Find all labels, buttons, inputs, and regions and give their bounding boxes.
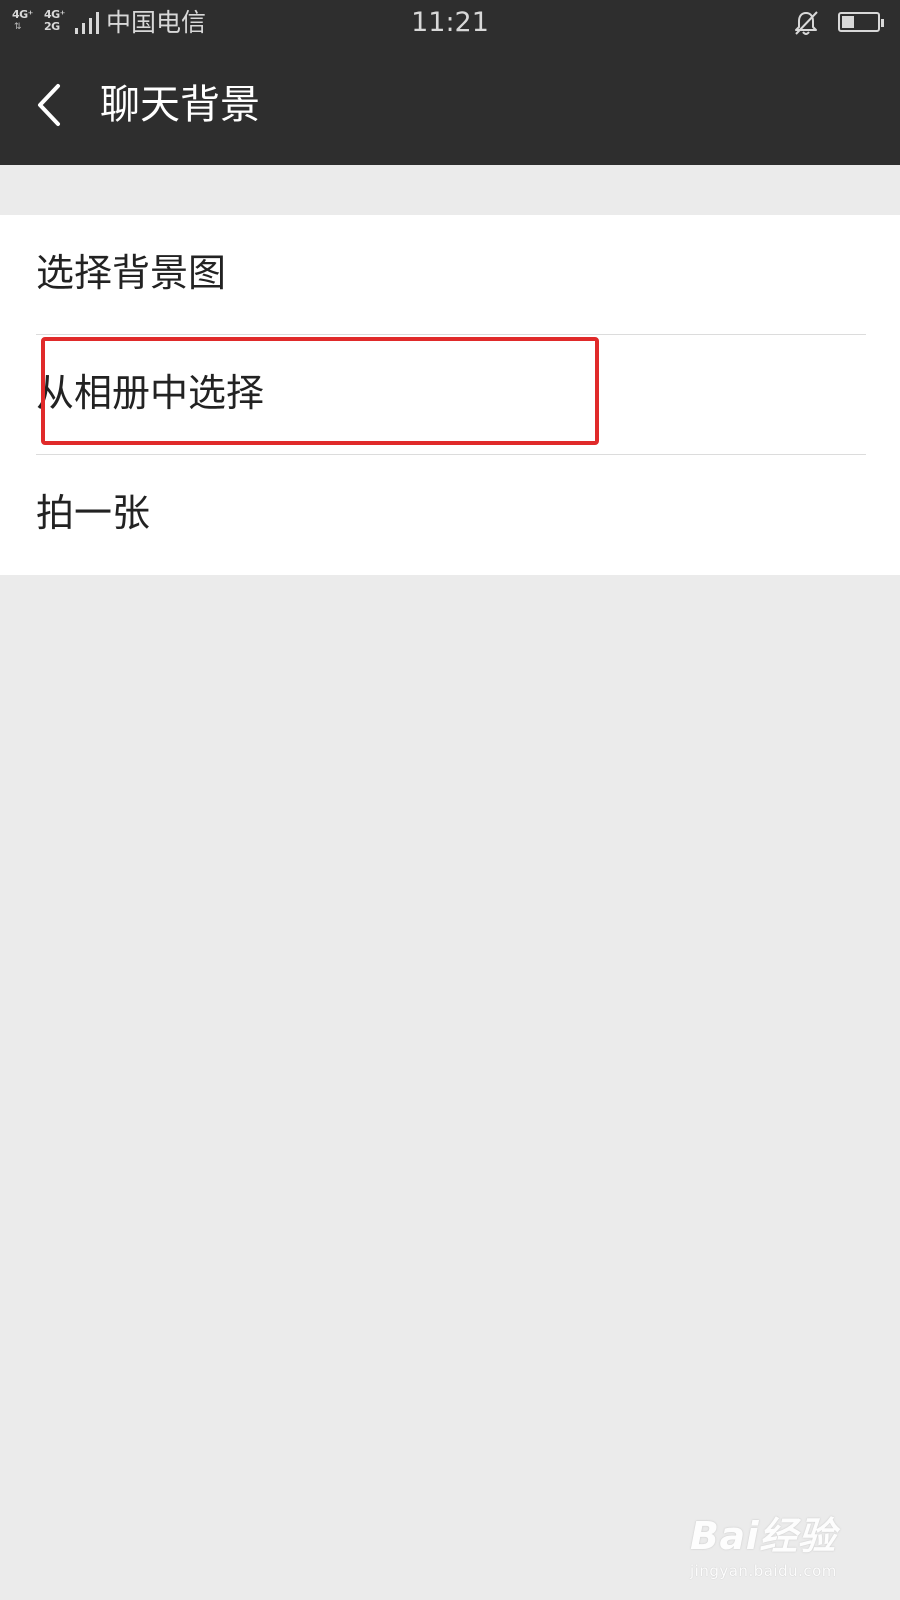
- battery-icon: [838, 12, 884, 32]
- page-title: 聊天背景: [100, 82, 260, 128]
- watermark: Bai经验 jingyan.baidu.com: [690, 1500, 860, 1590]
- battery-level-fill: [842, 16, 854, 28]
- watermark-url: jingyan.baidu.com: [690, 1562, 837, 1580]
- app-bar: 聊天背景: [0, 46, 900, 165]
- background-options-list: 选择背景图 从相册中选择 拍一张: [0, 215, 900, 575]
- menu-item-label: 拍一张: [36, 491, 151, 535]
- menu-item-choose-from-album[interactable]: 从相册中选择: [0, 335, 900, 455]
- menu-item-choose-background[interactable]: 选择背景图: [0, 215, 900, 335]
- watermark-logo: Bai经验: [690, 1514, 837, 1558]
- bell-muted-icon: [795, 11, 818, 35]
- menu-item-label: 选择背景图: [36, 251, 227, 295]
- status-bar: 4G⁺ ⇅ 4G⁺ 2G 中国电信 11:21: [0, 0, 900, 46]
- chevron-left-icon: [38, 84, 60, 126]
- status-time: 11:21: [411, 7, 489, 38]
- menu-item-take-photo[interactable]: 拍一张: [0, 455, 900, 575]
- menu-item-label: 从相册中选择: [36, 371, 265, 415]
- back-button[interactable]: [22, 74, 84, 136]
